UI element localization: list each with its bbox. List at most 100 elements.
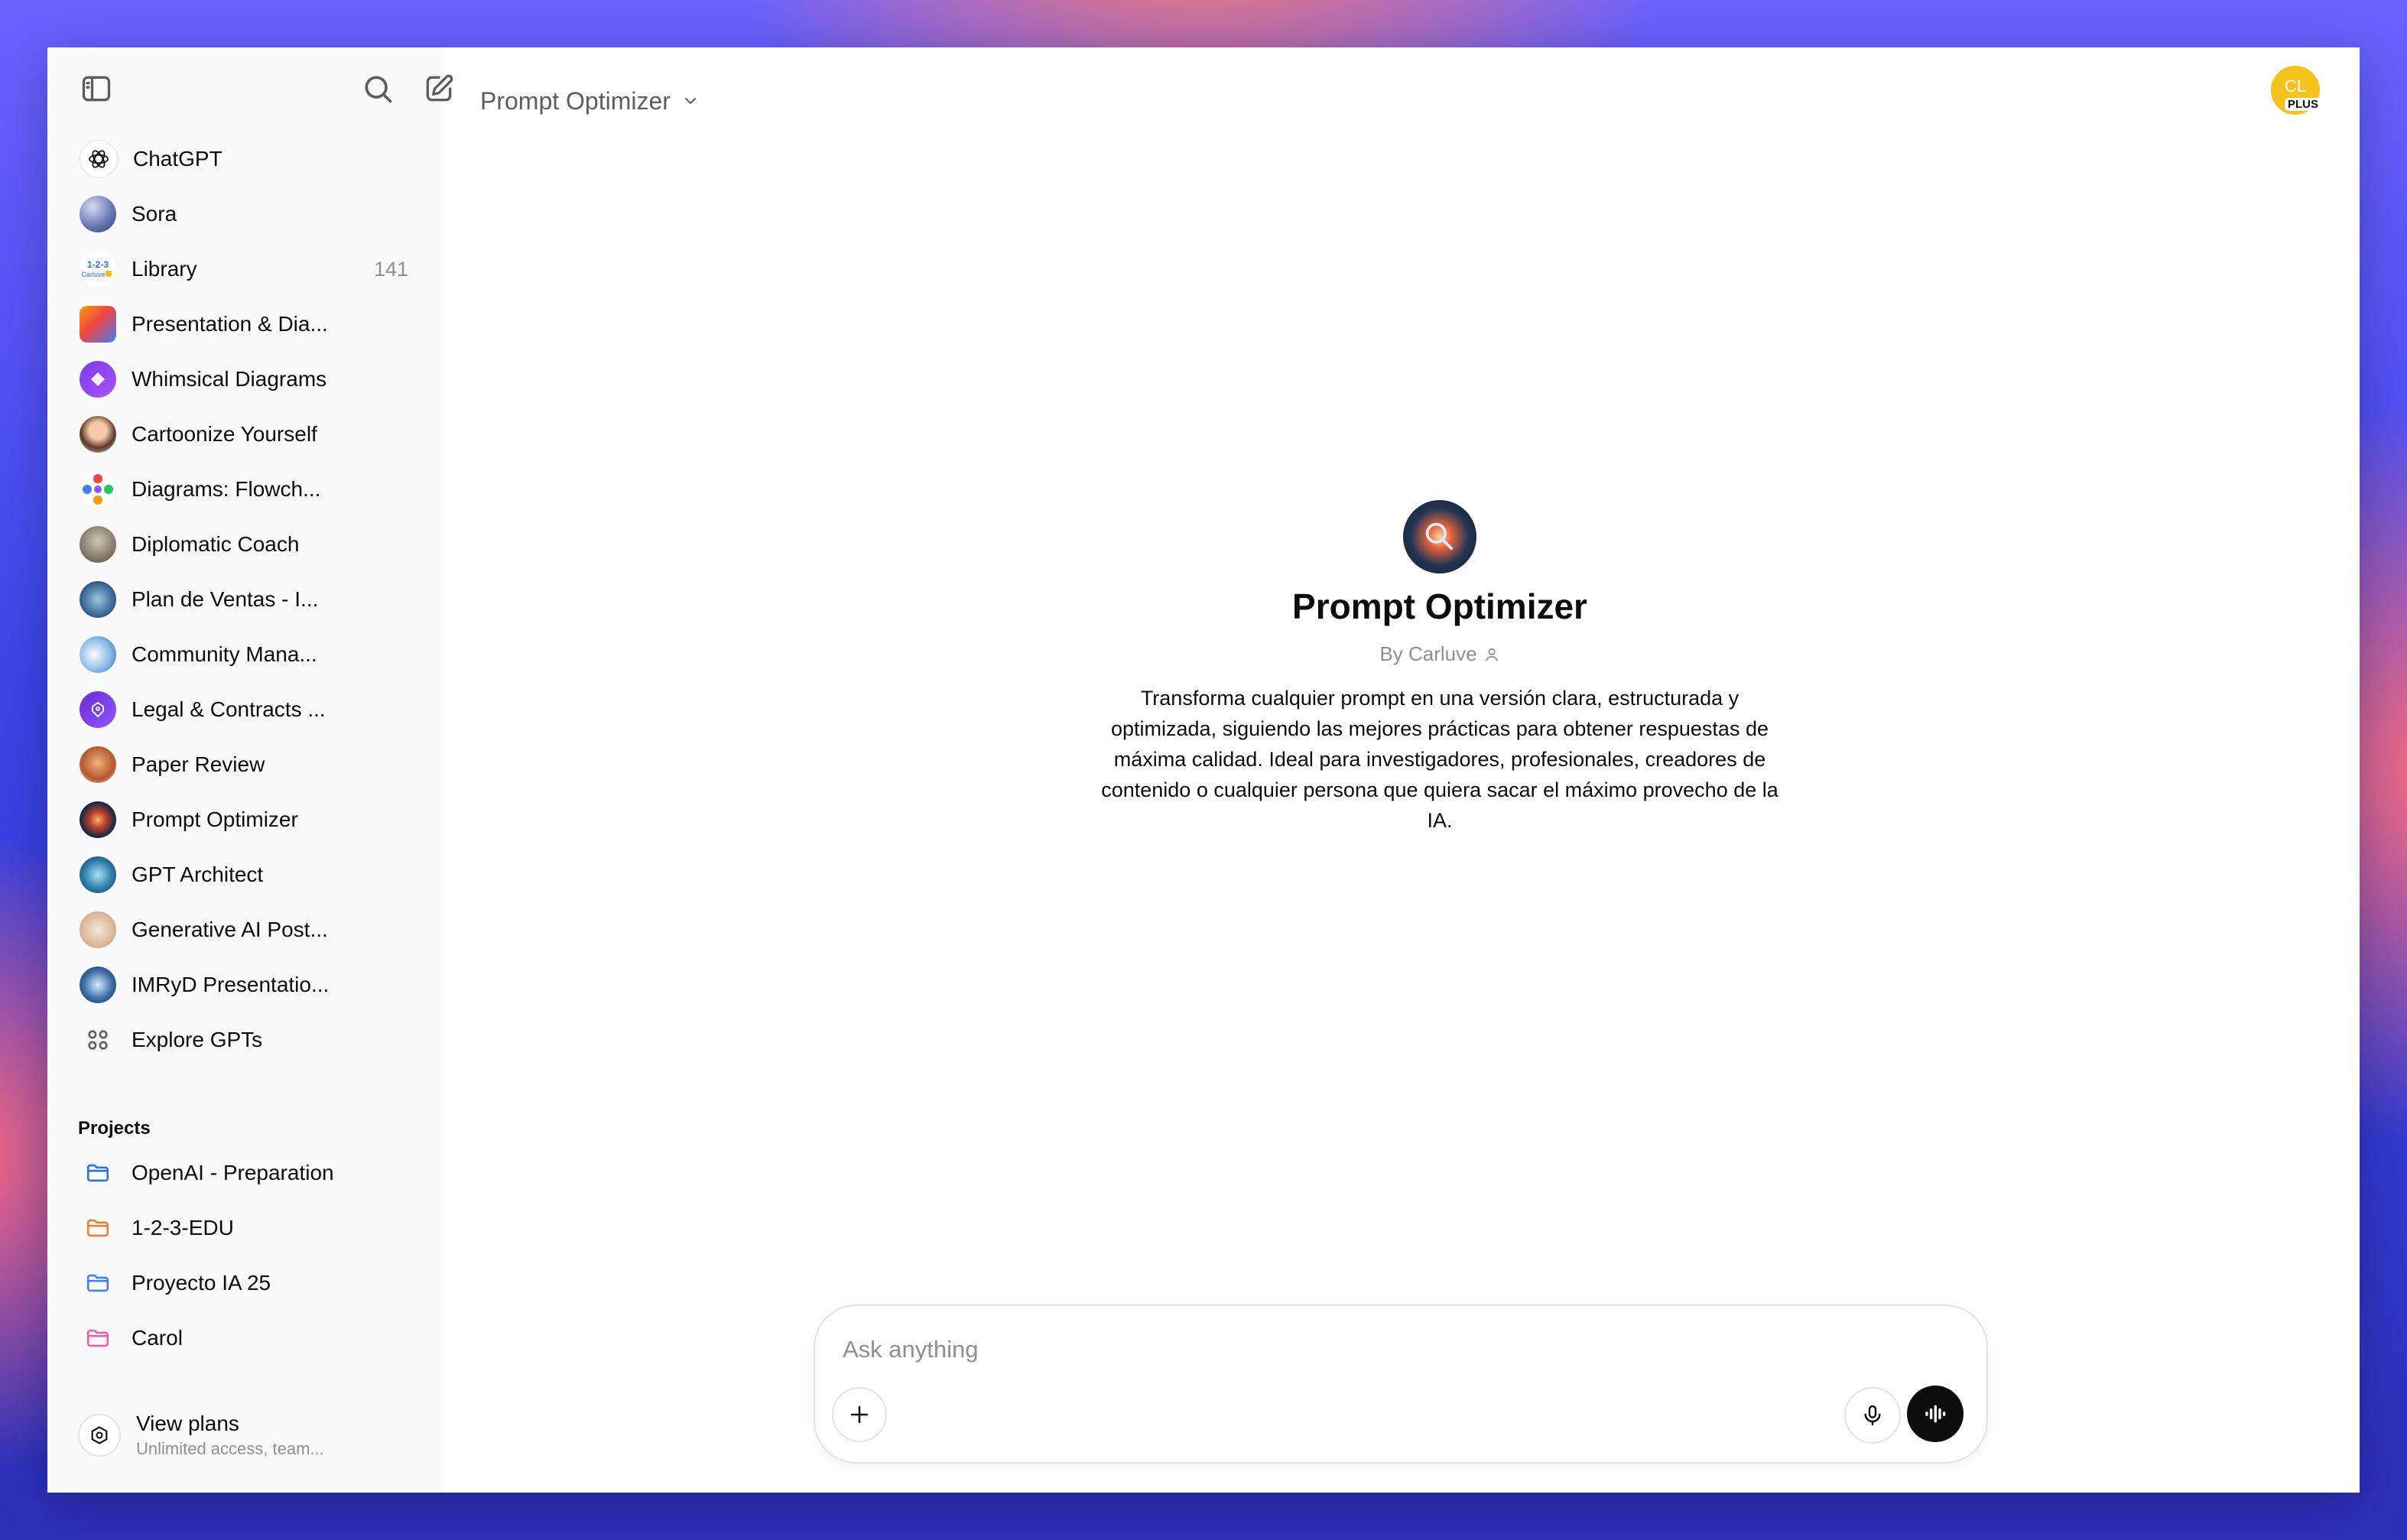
sidebar-item-label: Cartoonize Yourself [132, 422, 317, 446]
sidebar-item-label: GPT Architect [132, 863, 264, 886]
sidebar-item-chatgpt[interactable]: ChatGPT [75, 135, 424, 184]
new-chat-button[interactable] [417, 67, 460, 110]
sidebar-item-label: Plan de Ventas - I... [132, 587, 319, 611]
dictate-button[interactable] [1844, 1387, 1901, 1444]
sidebar-item-paper-review[interactable]: Paper Review [75, 740, 424, 789]
sidebar-item-legal[interactable]: Legal & Contracts ... [75, 685, 424, 734]
plan-ventas-gpt-avatar [80, 581, 116, 618]
search-button[interactable] [356, 67, 399, 110]
sidebar-item-label: ChatGPT [133, 147, 223, 171]
folder-icon [80, 1210, 116, 1246]
gpt-logo [1403, 500, 1476, 573]
project-item-123-edu[interactable]: 1-2-3-EDU [75, 1204, 424, 1252]
search-icon [365, 76, 392, 103]
whimsical-gpt-avatar [80, 361, 116, 398]
sidebar-item-prompt-optimizer[interactable]: Prompt Optimizer [75, 795, 424, 844]
project-item-proyecto-ia[interactable]: Proyecto IA 25 [75, 1259, 424, 1308]
sidebar-item-label: Prompt Optimizer [132, 807, 298, 831]
sidebar-item-label: Diagrams: Flowch... [132, 477, 321, 501]
user-avatar[interactable]: CL PLUS [2271, 66, 2322, 115]
sidebar-item-cartoonize[interactable]: Cartoonize Yourself [75, 410, 424, 459]
magnifier-icon [1425, 522, 1454, 551]
plus-icon [850, 1405, 869, 1424]
folder-icon [80, 1265, 116, 1301]
voice-mode-button[interactable] [1907, 1386, 1964, 1442]
library-count: 141 [373, 257, 408, 281]
sidebar-item-label: IMRyD Presentatio... [132, 973, 330, 996]
folder-icon [80, 1155, 116, 1191]
projects-heading: Projects [78, 1118, 151, 1139]
sidebar-item-label: Whimsical Diagrams [132, 367, 327, 391]
presentation-gpt-avatar [80, 306, 116, 343]
svg-text:1-2-3: 1-2-3 [87, 259, 109, 270]
sidebar-item-whimsical[interactable]: Whimsical Diagrams [75, 355, 424, 404]
sidebar-item-label: Paper Review [132, 752, 265, 776]
diagrams-gpt-avatar [80, 471, 116, 508]
sidebar-item-library[interactable]: 1-2-3 Carluve Library 141 [75, 245, 424, 294]
sidebar-item-label: Diplomatic Coach [132, 532, 300, 556]
toggle-sidebar-button[interactable] [75, 67, 118, 110]
gpt-description: Transforma cualquier prompt en una versi… [1101, 687, 1778, 832]
generative-ai-gpt-avatar [80, 911, 116, 948]
prompt-optimizer-gpt-avatar [80, 801, 116, 838]
gpt-intro: Prompt Optimizer By Carluve Transforma c… [1061, 500, 1818, 836]
project-label: OpenAI - Preparation [132, 1161, 334, 1184]
add-attachment-button[interactable] [832, 1387, 887, 1442]
legal-gpt-avatar [80, 691, 116, 728]
project-label: Carol [132, 1326, 183, 1350]
paper-review-gpt-avatar [80, 746, 116, 783]
grid-icon [80, 1022, 116, 1058]
edit-icon [426, 74, 453, 102]
sidebar-item-diplomatic[interactable]: Diplomatic Coach [75, 520, 424, 569]
page-title: Prompt Optimizer [480, 86, 671, 115]
plus-badge: PLUS [2285, 98, 2322, 111]
sidebar-item-label: Library [132, 257, 197, 281]
sidebar-item-imryd[interactable]: IMRyD Presentatio... [75, 960, 424, 1009]
sidebar-item-label: Explore GPTs [132, 1028, 263, 1051]
sidebar-item-explore-gpts[interactable]: Explore GPTs [75, 1015, 424, 1064]
community-gpt-avatar [80, 636, 116, 673]
gpt-architect-gpt-avatar [80, 856, 116, 893]
user-initials: CL [2284, 76, 2307, 96]
cartoonize-gpt-avatar [80, 416, 116, 453]
imryd-gpt-avatar [80, 967, 116, 1003]
sidebar-toggle-icon [82, 76, 111, 102]
view-plans-subtitle: Unlimited access, team... [136, 1439, 324, 1458]
svg-text:Carluve: Carluve [81, 271, 105, 278]
sidebar: ChatGPT Sora 1-2-3 Carluve Library 141 Pr… [47, 47, 453, 1493]
sidebar-item-label: Sora [132, 202, 177, 226]
voice-waveform-icon [1925, 1405, 1946, 1423]
sidebar-item-presentation[interactable]: Presentation & Dia... [75, 300, 424, 349]
project-label: Proyecto IA 25 [132, 1271, 271, 1295]
project-item-carol[interactable]: Carol [75, 1314, 424, 1363]
microphone-icon [1864, 1405, 1881, 1426]
sidebar-item-label: Presentation & Dia... [132, 312, 328, 336]
view-plans-button[interactable]: View plans Unlimited access, team... [75, 1401, 424, 1470]
sora-avatar [80, 196, 116, 232]
library-icon: 1-2-3 Carluve [80, 251, 116, 288]
composer [814, 1304, 1988, 1464]
sidebar-item-sora[interactable]: Sora [75, 190, 424, 239]
sidebar-item-label: Generative AI Post... [132, 918, 328, 941]
openai-logo-icon [80, 140, 118, 178]
sidebar-item-label: Legal & Contracts ... [132, 697, 326, 721]
chevron-down-icon [684, 98, 696, 105]
sidebar-item-community[interactable]: Community Mana... [75, 630, 424, 679]
prompt-input[interactable] [841, 1330, 1838, 1369]
sidebar-item-generative-ai-post[interactable]: Generative AI Post... [75, 905, 424, 954]
gpt-name: Prompt Optimizer [1292, 586, 1587, 626]
project-item-openai[interactable]: OpenAI - Preparation [75, 1149, 424, 1197]
person-icon [1485, 648, 1498, 661]
folder-icon [80, 1320, 116, 1356]
sidebar-item-label: Community Mana... [132, 642, 317, 666]
gpt-author: By Carluve [1379, 642, 1477, 665]
sidebar-item-plan-ventas[interactable]: Plan de Ventas - I... [75, 575, 424, 624]
app-window: ChatGPT Sora 1-2-3 Carluve Library 141 Pr… [47, 47, 2360, 1493]
gpt-author-row[interactable]: By Carluve [1061, 642, 1818, 666]
sidebar-item-diagrams[interactable]: Diagrams: Flowch... [75, 465, 424, 514]
upgrade-icon [78, 1414, 121, 1457]
sidebar-item-gpt-architect[interactable]: GPT Architect [75, 850, 424, 899]
gpt-model-selector[interactable]: Prompt Optimizer [480, 76, 700, 125]
diplomatic-gpt-avatar [80, 526, 116, 563]
project-label: 1-2-3-EDU [132, 1216, 234, 1239]
